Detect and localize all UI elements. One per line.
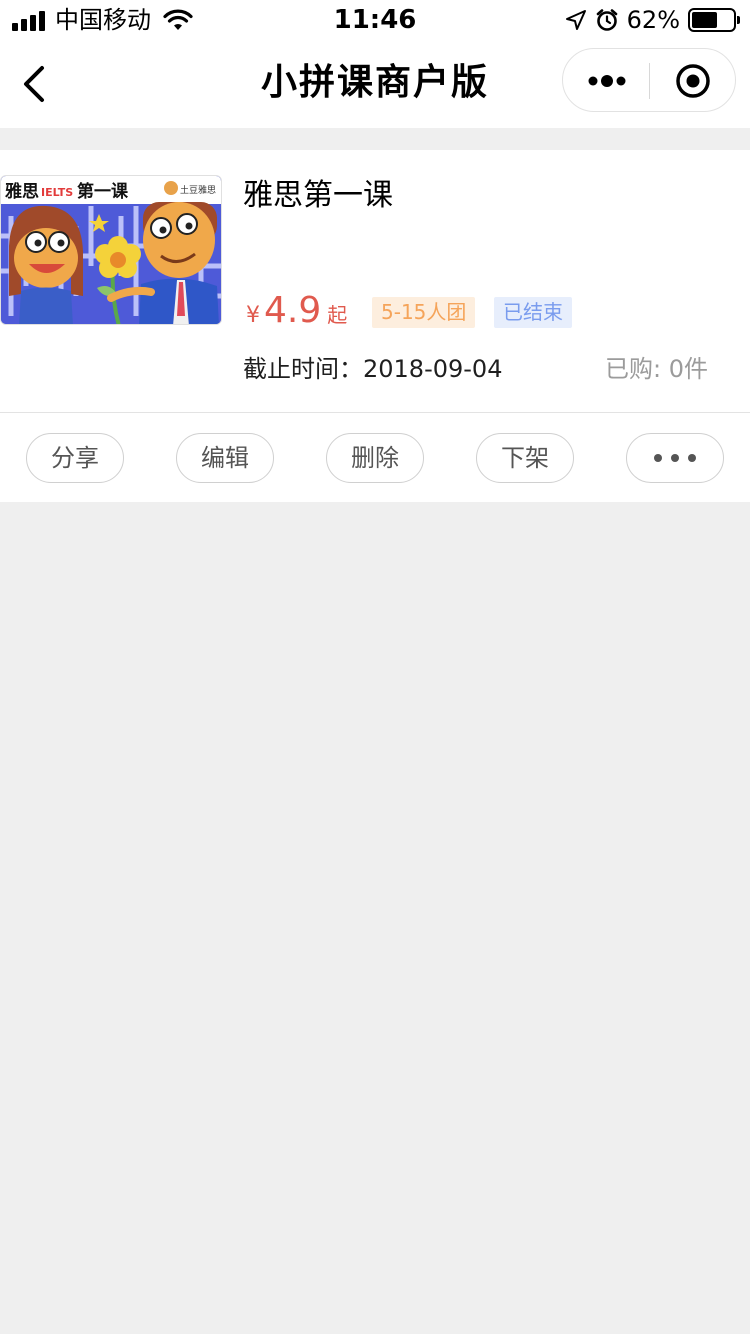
more-actions-button[interactable]	[626, 433, 724, 483]
share-button[interactable]: 分享	[26, 433, 124, 483]
edit-button[interactable]: 编辑	[176, 433, 274, 483]
more-dot-icon	[671, 454, 679, 462]
battery-fill	[692, 12, 717, 28]
action-bar: 分享 编辑 删除 下架	[0, 433, 750, 483]
alarm-icon	[596, 9, 617, 31]
more-dots-icon[interactable]	[587, 71, 627, 91]
battery-percent: 62%	[626, 6, 680, 34]
product-title: 雅思第一课	[243, 178, 393, 213]
battery-icon	[688, 8, 740, 32]
status-bar: 中国移动 11:46 62%	[0, 0, 750, 40]
thumb-suffix: 第一课	[77, 181, 129, 202]
price-suffix: 起	[327, 303, 348, 327]
capsule-divider	[649, 63, 650, 99]
location-arrow-icon	[565, 10, 586, 30]
deadline-text: 截止时间：2018-09-04	[243, 355, 503, 383]
status-badge: 已结束	[494, 297, 572, 328]
more-dot-icon	[654, 454, 662, 462]
thumb-title: 雅思	[4, 181, 39, 202]
delete-button[interactable]: 删除	[326, 433, 424, 483]
product-card[interactable]: 雅思 IELTS 第一课 土豆雅思 雅思第一课 ¥ 4.9 起 5-15人团 已…	[0, 150, 750, 502]
card-divider	[0, 412, 750, 413]
price-currency: ¥	[246, 303, 260, 328]
product-price: ¥ 4.9 起	[246, 290, 347, 331]
unlist-button[interactable]: 下架	[476, 433, 574, 483]
purchased-count: 已购: 0件	[605, 355, 708, 383]
thumb-brand: 土豆雅思	[180, 184, 216, 196]
price-value: 4.9	[264, 290, 322, 331]
group-size-tag: 5-15人团	[372, 297, 476, 328]
nav-bar: 小拼课商户版	[0, 40, 750, 128]
target-circle-icon[interactable]	[675, 63, 711, 99]
more-dot-icon	[688, 454, 696, 462]
thumb-ielts: IELTS	[41, 186, 73, 199]
product-thumbnail[interactable]: 雅思 IELTS 第一课 土豆雅思	[0, 175, 222, 325]
miniprogram-capsule	[562, 48, 736, 112]
course-illustration: 雅思 IELTS 第一课 土豆雅思	[1, 176, 221, 324]
